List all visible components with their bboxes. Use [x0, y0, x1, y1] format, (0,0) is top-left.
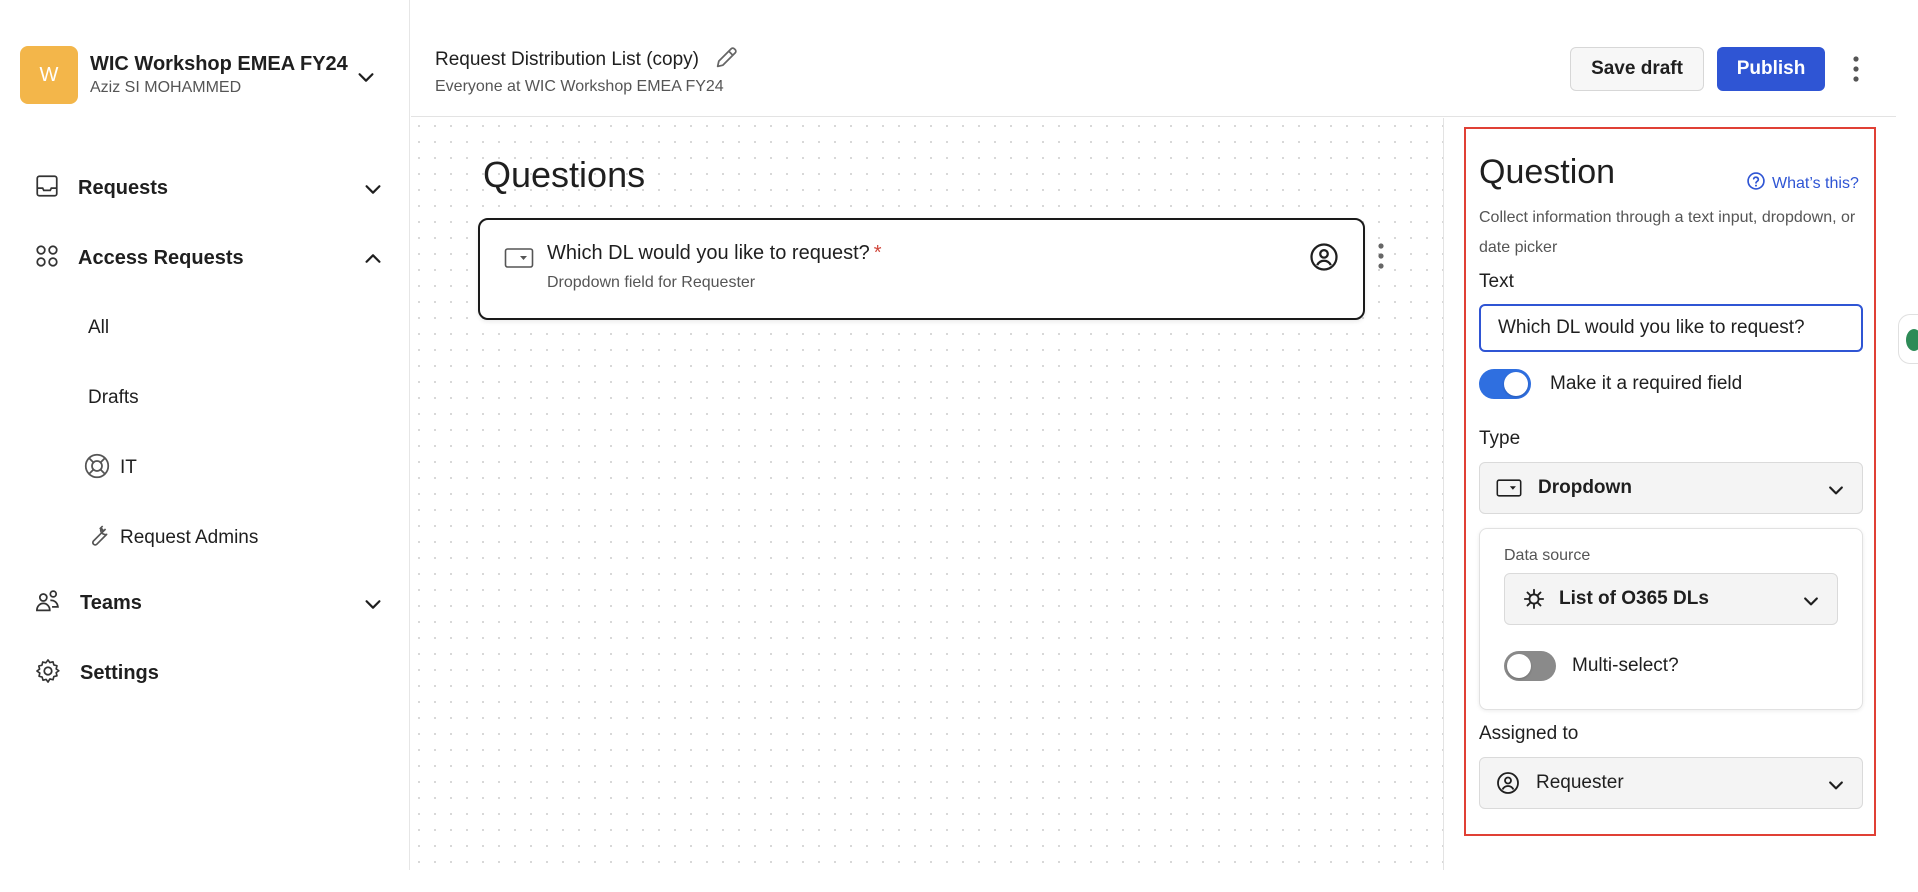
- panel-description: Collect information through a text input…: [1479, 209, 1856, 256]
- question-card[interactable]: Which DL would you like to request? * Dro…: [478, 218, 1365, 320]
- sidebar-item-label: Access Requests: [78, 246, 244, 269]
- workspace-user: Aziz SI MOHAMMED: [90, 79, 242, 96]
- chevron-up-icon[interactable]: [362, 248, 384, 275]
- required-toggle[interactable]: [1479, 369, 1531, 399]
- questions-canvas: Questions Which DL would you like to req…: [411, 118, 1444, 870]
- sidebar-item-settings[interactable]: Settings: [34, 655, 384, 691]
- sidebar-subitem-drafts[interactable]: Drafts: [88, 380, 139, 416]
- page-header: Request Distribution List (copy) Everyon…: [411, 0, 1896, 117]
- user-circle-icon: [1309, 242, 1339, 277]
- question-text-value: Which DL would you like to request?: [547, 242, 870, 264]
- workspace-switcher[interactable]: W WIC Workshop EMEA FY24 Aziz SI MOHAMME…: [20, 46, 348, 104]
- question-text-input[interactable]: [1479, 304, 1863, 352]
- multi-select-toggle[interactable]: [1504, 651, 1556, 681]
- data-source-box: Data source List of O365 DLs Multi-selec…: [1479, 528, 1863, 710]
- workspace-avatar: W: [20, 46, 78, 104]
- data-source-value: List of O365 DLs: [1559, 588, 1709, 609]
- assigned-to-label: Assigned to: [1479, 723, 1579, 744]
- questions-heading: Questions: [483, 154, 646, 195]
- toggle-knob: [1507, 654, 1531, 678]
- panel-title: Question: [1479, 153, 1616, 191]
- sidebar-subitem-all[interactable]: All: [88, 310, 109, 346]
- sidebar-subitem-it[interactable]: IT: [82, 450, 137, 486]
- toggle-knob: [1504, 372, 1528, 396]
- user-circle-icon: [1496, 771, 1520, 795]
- whats-this-link[interactable]: What’s this?: [1746, 171, 1859, 196]
- workspace-name: WIC Workshop EMEA FY24: [90, 53, 348, 75]
- question-more-icon[interactable]: [1377, 242, 1385, 275]
- chevron-down-icon: [1801, 591, 1821, 616]
- question-subtitle: Dropdown field for Requester: [547, 274, 756, 291]
- sidebar-item-label: Requests: [78, 176, 169, 199]
- inbox-icon: [34, 173, 60, 204]
- required-mark: *: [873, 242, 882, 264]
- sidebar-item-label: Settings: [80, 661, 159, 684]
- page-title-text: Request Distribution List (copy): [435, 49, 699, 70]
- sidebar-subitem-label: IT: [120, 457, 137, 478]
- required-toggle-label: Make it a required field: [1550, 373, 1743, 394]
- sidebar-subitem-request-admins[interactable]: Request Admins: [84, 520, 258, 556]
- sidebar-item-requests[interactable]: Requests: [34, 170, 384, 206]
- pencil-icon[interactable]: [713, 43, 741, 77]
- more-options-icon[interactable]: [1852, 55, 1860, 88]
- gear-icon: [34, 657, 62, 690]
- question-settings-panel: Question What’s this? Collect informatio…: [1464, 127, 1876, 836]
- page-subtitle: Everyone at WIC Workshop EMEA FY24: [435, 78, 724, 95]
- o365-icon: [1523, 588, 1545, 610]
- sidebar-item-teams[interactable]: Teams: [34, 585, 384, 621]
- side-widget-tab[interactable]: [1898, 314, 1918, 364]
- data-source-label: Data source: [1504, 547, 1591, 564]
- page-title: Request Distribution List (copy): [435, 43, 741, 77]
- dropdown-field-icon: [1496, 477, 1522, 499]
- sidebar-item-access-requests[interactable]: Access Requests: [34, 240, 384, 276]
- chevron-down-icon: [1826, 775, 1846, 800]
- chevron-down-icon[interactable]: [355, 66, 377, 93]
- help-circle-icon: [1746, 171, 1766, 196]
- sidebar-item-label: Teams: [80, 591, 142, 614]
- widget-logo-icon: [1906, 329, 1918, 351]
- chevron-down-icon: [1826, 480, 1846, 505]
- whats-this-label: What’s this?: [1772, 174, 1859, 192]
- data-source-select[interactable]: List of O365 DLs: [1504, 573, 1838, 625]
- sidebar: W WIC Workshop EMEA FY24 Aziz SI MOHAMME…: [0, 0, 410, 870]
- people-icon: [34, 587, 62, 620]
- lifebuoy-icon: [82, 451, 112, 486]
- sidebar-subitem-label: Drafts: [88, 387, 139, 408]
- publish-button[interactable]: Publish: [1717, 47, 1825, 91]
- chevron-down-icon[interactable]: [362, 593, 384, 620]
- assigned-to-select[interactable]: Requester: [1479, 757, 1863, 809]
- assigned-to-value: Requester: [1536, 772, 1624, 793]
- dropdown-field-icon: [504, 246, 534, 275]
- question-text: Which DL would you like to request? *: [547, 242, 882, 265]
- save-draft-button[interactable]: Save draft: [1570, 47, 1704, 91]
- sidebar-subitem-label: Request Admins: [120, 527, 259, 548]
- type-label: Type: [1479, 428, 1521, 449]
- apps-grid-icon: [34, 243, 60, 274]
- type-select-value: Dropdown: [1538, 477, 1632, 498]
- text-label: Text: [1479, 271, 1514, 292]
- chevron-down-icon[interactable]: [362, 178, 384, 205]
- multi-select-label: Multi-select?: [1572, 655, 1679, 676]
- wrench-icon: [84, 522, 112, 555]
- type-select[interactable]: Dropdown: [1479, 462, 1863, 514]
- sidebar-subitem-label: All: [88, 317, 110, 338]
